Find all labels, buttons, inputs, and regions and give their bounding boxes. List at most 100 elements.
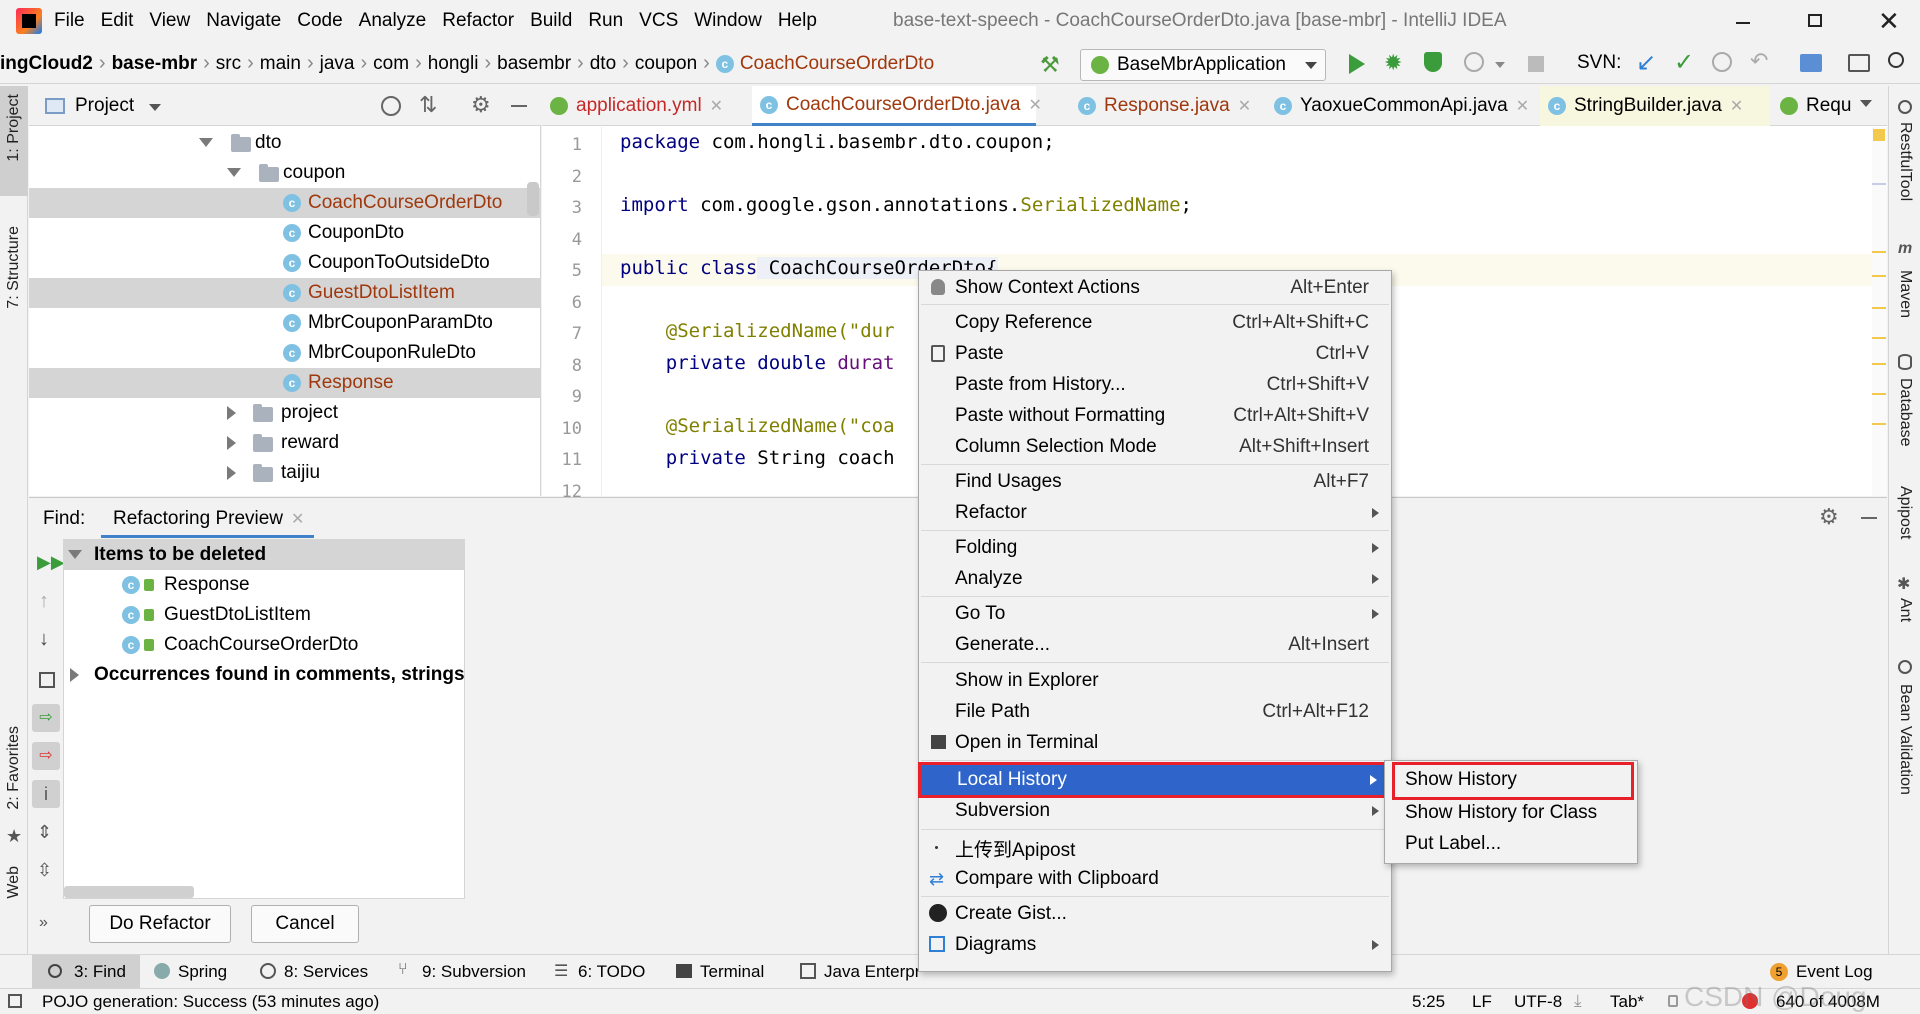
tool-window-web[interactable]: Web xyxy=(5,866,23,899)
tree-node-class[interactable]: c Response xyxy=(29,368,541,398)
tool-window-restfultool[interactable]: RestfulTool xyxy=(1896,122,1914,201)
tool-window-favorites[interactable]: 2: Favorites xyxy=(5,726,23,810)
svn-commit-icon[interactable]: ✓ xyxy=(1674,48,1694,77)
menu-code[interactable]: Code xyxy=(297,10,342,32)
menu-item-paste-without-formatting[interactable]: Paste without Formatting Ctrl+Alt+Shift+V xyxy=(919,401,1391,431)
menu-item-analyze[interactable]: Analyze xyxy=(919,564,1391,594)
breadcrumb-item[interactable]: basembr xyxy=(497,53,571,75)
merge-icon[interactable]: ⇨ xyxy=(32,704,60,732)
coverage-icon[interactable] xyxy=(1424,52,1442,72)
breadcrumb-item[interactable]: dto xyxy=(590,53,616,75)
tree-node-folder[interactable]: taijiu xyxy=(29,458,541,488)
close-icon[interactable]: ✕ xyxy=(1238,96,1251,116)
project-panel-title[interactable]: Project xyxy=(75,95,134,117)
line-separator[interactable]: LF xyxy=(1472,992,1492,1012)
rerun-icon[interactable]: ▶▶ xyxy=(37,552,65,573)
gear-icon[interactable]: ⚙ xyxy=(1819,504,1839,530)
tab-yaoxue-common-api[interactable]: c YaoxueCommonApi.java ✕ xyxy=(1266,86,1538,126)
collapsed-arrow-icon[interactable] xyxy=(227,466,236,480)
group-by-icon[interactable] xyxy=(39,672,55,688)
menu-item-paste[interactable]: Paste Ctrl+V xyxy=(919,339,1391,369)
more-icon[interactable]: » xyxy=(39,914,48,932)
debug-icon[interactable]: ✹ xyxy=(1384,50,1402,76)
close-icon[interactable]: ✕ xyxy=(1516,96,1529,116)
do-refactor-button[interactable]: Do Refactor xyxy=(89,905,231,943)
tool-window-structure[interactable]: 7: Structure xyxy=(5,226,23,309)
menu-item-create-gist[interactable]: Create Gist... xyxy=(919,899,1391,929)
tree-node-class[interactable]: c CouponToOutsideDto xyxy=(29,248,541,278)
horizontal-scrollbar[interactable] xyxy=(64,886,194,898)
indent-setting[interactable]: Tab* xyxy=(1610,992,1644,1012)
menu-item-diagrams[interactable]: Diagrams xyxy=(919,930,1391,960)
menu-build[interactable]: Build xyxy=(530,10,572,32)
tree-node-folder[interactable]: dto xyxy=(29,128,541,158)
tree-node-class[interactable]: c MbrCouponRuleDto xyxy=(29,338,541,368)
menu-item-compare-with-clipboard[interactable]: ⇄ Compare with Clipboard xyxy=(919,864,1391,894)
submenu-item-put-label[interactable]: Put Label... xyxy=(1395,830,1631,860)
run-config-dropdown[interactable]: BaseMbrApplication xyxy=(1080,49,1326,81)
menu-item-open-in-terminal[interactable]: Open in Terminal xyxy=(919,728,1391,758)
close-icon[interactable]: ✕ xyxy=(710,96,723,116)
stop-icon[interactable] xyxy=(1528,56,1544,72)
tab-application-yml[interactable]: application.yml ✕ xyxy=(542,86,746,126)
expand-arrow-icon[interactable] xyxy=(227,168,241,177)
history-icon[interactable] xyxy=(1712,52,1732,72)
run-icon[interactable] xyxy=(1349,54,1365,74)
tree-node-folder[interactable]: coupon xyxy=(29,158,541,188)
menu-item-file-path[interactable]: File Path Ctrl+Alt+F12 xyxy=(919,697,1391,727)
tool-window-apipost[interactable]: Apipost xyxy=(1896,486,1914,539)
close-icon[interactable]: ✕ xyxy=(1028,95,1041,115)
close-icon[interactable]: ✕ xyxy=(291,511,304,528)
breadcrumb-item[interactable]: java xyxy=(320,53,355,75)
svn-update-icon[interactable]: ↙ xyxy=(1636,48,1656,77)
tool-tab-subversion[interactable]: ⑂ 9: Subversion xyxy=(398,955,538,989)
breadcrumb-item[interactable]: ingCloud2 xyxy=(0,53,93,75)
tree-node-class[interactable]: c CoachCourseOrderDto xyxy=(29,188,541,218)
expand-arrow-icon[interactable] xyxy=(68,550,82,559)
tree-group-header[interactable]: Items to be deleted xyxy=(64,540,464,570)
terminal-window-icon[interactable] xyxy=(1848,54,1870,72)
breadcrumb-item[interactable]: src xyxy=(216,53,241,75)
menu-item-folding[interactable]: Folding xyxy=(919,533,1391,563)
chevron-down-icon[interactable] xyxy=(149,104,161,111)
menu-item-copy-reference[interactable]: Copy Reference Ctrl+Alt+Shift+C xyxy=(919,308,1391,338)
tree-item[interactable]: c CoachCourseOrderDto xyxy=(64,630,464,660)
tree-scrollbar[interactable] xyxy=(527,182,539,216)
tool-window-database[interactable]: Database xyxy=(1896,378,1914,447)
tab-refactoring-preview[interactable]: Refactoring Preview ✕ xyxy=(101,498,315,538)
menu-window[interactable]: Window xyxy=(694,10,762,32)
hammer-build-icon[interactable]: ⚒ xyxy=(1040,52,1060,78)
previous-occurrence-icon[interactable]: ↑ xyxy=(39,590,49,613)
tree-item[interactable]: c Response xyxy=(64,570,464,600)
menu-analyze[interactable]: Analyze xyxy=(359,10,427,32)
tree-node-folder[interactable]: project xyxy=(29,398,541,428)
breadcrumb-item[interactable]: hongli xyxy=(428,53,479,75)
restore-icon[interactable] xyxy=(1808,14,1822,27)
tree-node-class[interactable]: c CouponDto xyxy=(29,218,541,248)
panel-toggle-icon[interactable] xyxy=(8,994,22,1008)
tab-overflow[interactable]: Requ xyxy=(1772,86,1862,126)
menu-item-go-to[interactable]: Go To xyxy=(919,599,1391,629)
hide-panel-icon[interactable] xyxy=(1861,517,1877,519)
tool-window-bean-validation[interactable]: Bean Validation xyxy=(1896,684,1914,795)
menu-navigate[interactable]: Navigate xyxy=(206,10,281,32)
menu-item-find-usages[interactable]: Find Usages Alt+F7 xyxy=(919,467,1391,497)
profile-icon[interactable] xyxy=(1464,52,1484,72)
tool-window-ant[interactable]: Ant xyxy=(1896,598,1914,622)
tab-coach-course-order-dto[interactable]: c CoachCourseOrderDto.java ✕ xyxy=(752,86,1042,126)
menu-item-show-context-actions[interactable]: Show Context Actions Alt+Enter xyxy=(919,273,1391,303)
menu-help[interactable]: Help xyxy=(778,10,817,32)
gear-icon[interactable]: ⚙ xyxy=(471,92,491,118)
breadcrumb-item[interactable]: coupon xyxy=(635,53,697,75)
revert-icon[interactable]: ↶ xyxy=(1750,48,1768,74)
tool-tab-spring[interactable]: Spring xyxy=(152,955,258,989)
collapsed-arrow-icon[interactable] xyxy=(227,406,236,420)
info-icon[interactable]: i xyxy=(32,780,60,808)
tree-node-class[interactable]: c MbrCouponParamDto xyxy=(29,308,541,338)
cursor-position[interactable]: 5:25 xyxy=(1412,992,1445,1012)
menu-item-generate[interactable]: Generate... Alt+Insert xyxy=(919,630,1391,660)
search-icon[interactable] xyxy=(1888,52,1904,68)
menu-item-local-history[interactable]: Local History xyxy=(918,762,1392,798)
exclude-icon[interactable]: ⇨ xyxy=(32,742,60,770)
close-icon[interactable]: ✕ xyxy=(1730,96,1743,116)
